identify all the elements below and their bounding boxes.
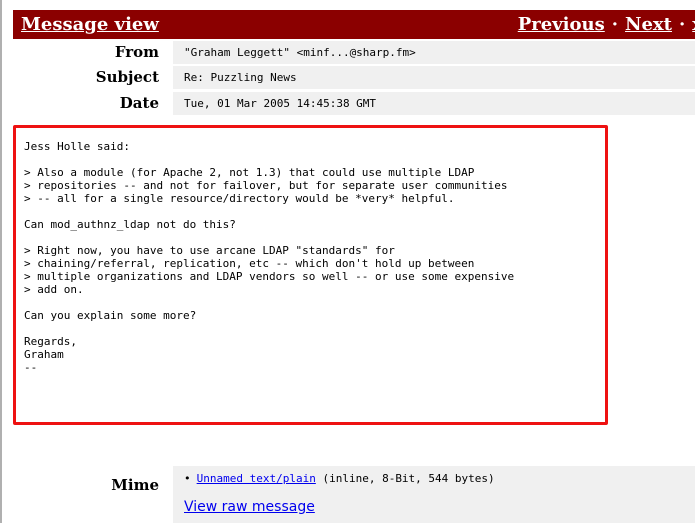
header-row-date: Date Tue, 01 Mar 2005 14:45:38 GMT — [13, 92, 695, 115]
next-link[interactable]: Next — [625, 14, 672, 35]
header-label: Date — [119, 94, 159, 112]
mime-row: Mime • Unnamed text/plain (inline, 8-Bit,… — [13, 466, 695, 523]
header-row-from: From "Graham Leggett" <minf...@sharp.fm> — [13, 41, 695, 64]
nav-separator: · — [611, 14, 619, 35]
date-value: Tue, 01 Mar 2005 14:45:38 GMT — [173, 92, 695, 115]
previous-link[interactable]: Previous — [518, 14, 605, 35]
bullet-icon: • — [184, 472, 191, 485]
title-bar: Message view Previous·Next·x — [13, 10, 695, 39]
subject-value: Re: Puzzling News — [173, 66, 695, 89]
mime-label: Mime — [111, 476, 159, 494]
header-row-subject: Subject Re: Puzzling News — [13, 66, 695, 89]
view-raw-message-link[interactable]: View raw message — [184, 499, 315, 515]
message-body-area: Jess Holle said: > Also a module (for Ap… — [13, 122, 695, 452]
highlighted-message-body: Jess Holle said: > Also a module (for Ap… — [13, 125, 608, 425]
mime-value: • Unnamed text/plain (inline, 8-Bit, 544 … — [173, 466, 695, 523]
message-page: Message view Previous·Next·x From "Graha… — [0, 0, 695, 523]
from-value: "Graham Leggett" <minf...@sharp.fm> — [173, 41, 695, 64]
message-view-link[interactable]: Message view — [21, 14, 159, 35]
message-navigation: Previous·Next·x — [518, 14, 695, 35]
header-label: From — [114, 43, 159, 61]
attachment-link[interactable]: Unnamed text/plain — [197, 472, 316, 485]
nav-separator: · — [678, 14, 686, 35]
attachment-info: (inline, 8-Bit, 544 bytes) — [315, 472, 495, 485]
message-body-text: Jess Holle said: > Also a module (for Ap… — [24, 140, 515, 374]
mime-attachment-item: • Unnamed text/plain (inline, 8-Bit, 544 … — [184, 472, 495, 485]
header-label: Subject — [95, 68, 159, 86]
